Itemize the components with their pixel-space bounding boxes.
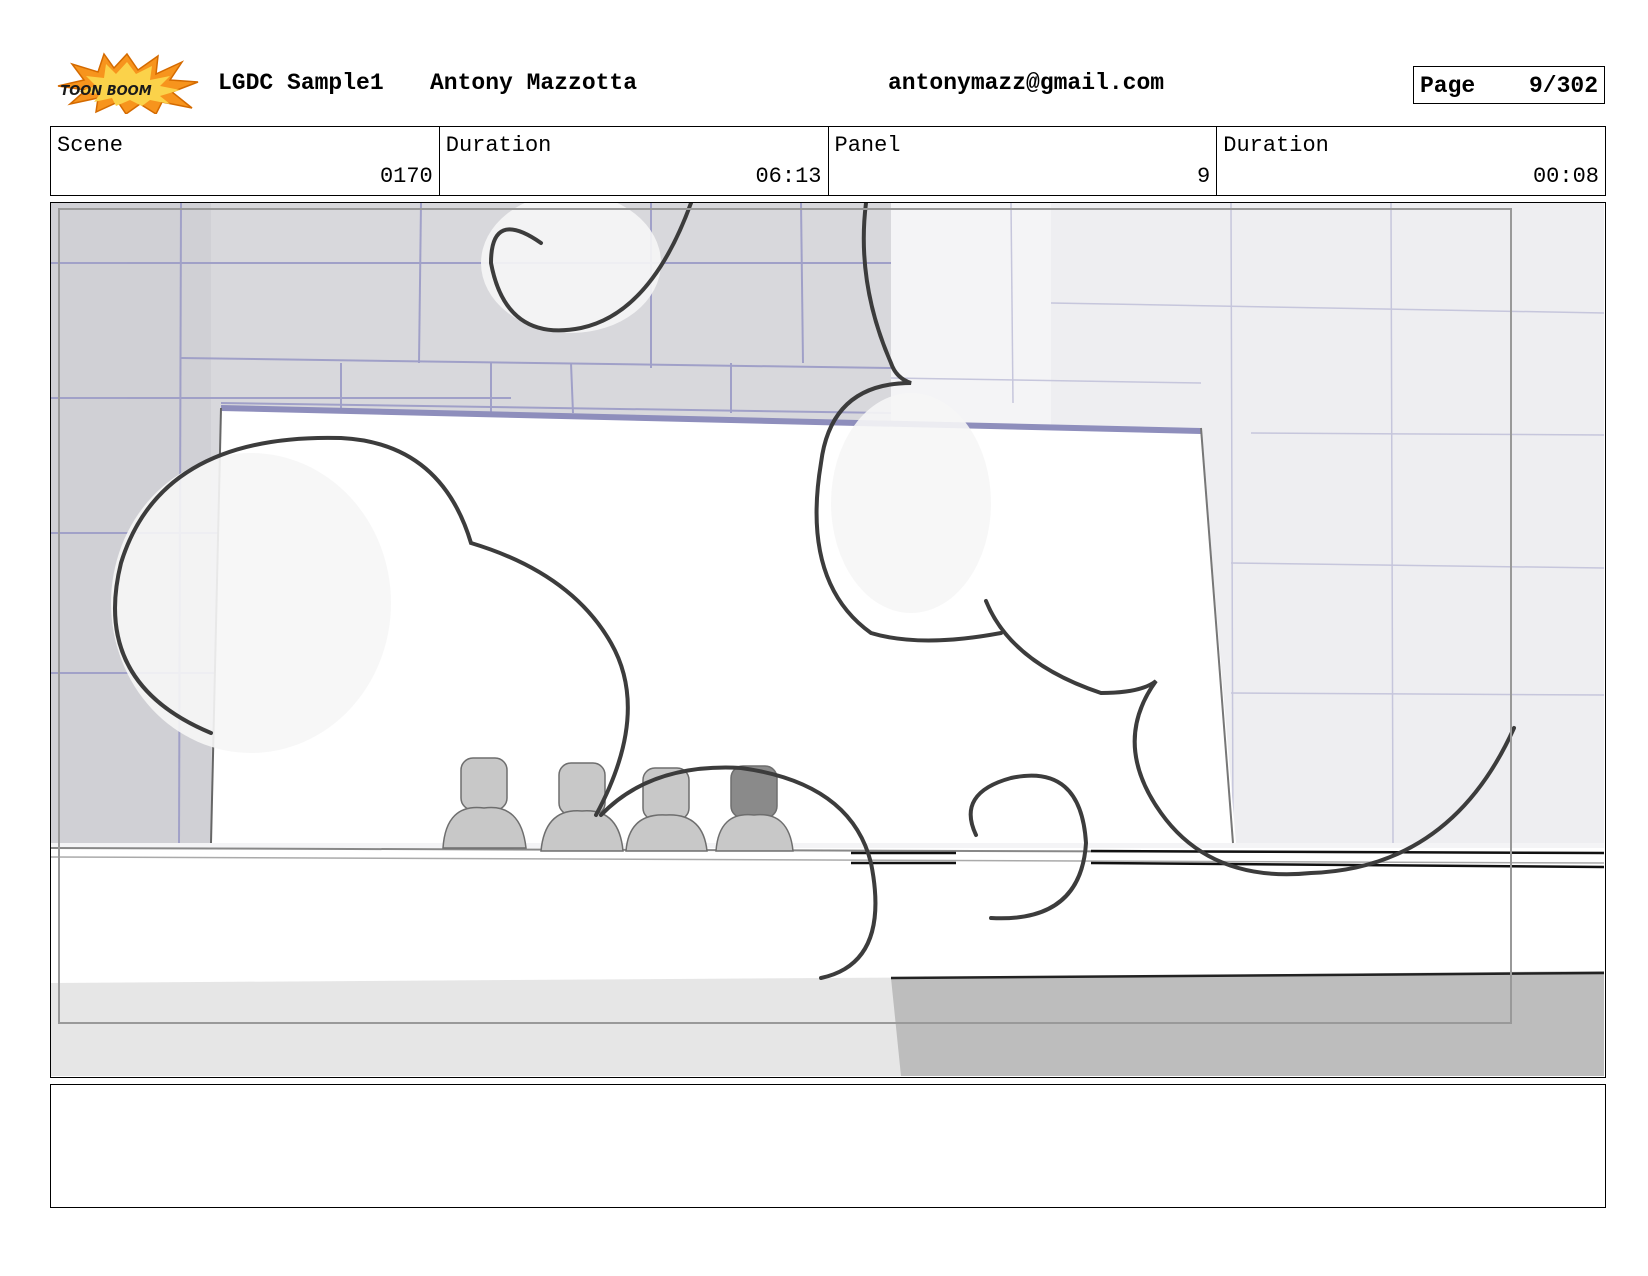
scene-label: Scene: [57, 133, 124, 158]
panel-cell: Panel 9: [829, 127, 1218, 195]
author-name: Antony Mazzotta: [430, 70, 638, 96]
scene-duration-value: 06:13: [755, 164, 822, 189]
page-number: 9/302: [1528, 73, 1598, 99]
panel-sketch: [51, 203, 1604, 1076]
author-email: antonymazz@gmail.com: [888, 70, 1165, 96]
storyboard-panel: [50, 202, 1606, 1078]
scene-duration-label: Duration: [445, 133, 552, 158]
panel-duration-value: 00:08: [1532, 164, 1599, 189]
panel-value: 9: [1197, 164, 1211, 189]
panel-notes-box: [50, 1084, 1606, 1208]
page-label: Page: [1420, 73, 1476, 99]
panel-duration-label: Duration: [1223, 133, 1329, 158]
project-title: LGDC Sample1: [218, 70, 384, 96]
panel-duration-cell: Duration 00:08: [1217, 127, 1605, 195]
scene-cell: Scene 0170: [51, 127, 440, 195]
panel-label: Panel: [834, 133, 901, 158]
logo-text: TOON BOOM: [60, 84, 151, 99]
scene-duration-cell: Duration 06:13: [440, 127, 829, 195]
scene-value: 0170: [379, 164, 433, 189]
toon-boom-logo: TOON BOOM: [52, 52, 202, 116]
scene-info-row: Scene 0170 Duration 06:13 Panel 9 Durati…: [50, 126, 1606, 196]
page-indicator: Page 9/302: [1413, 66, 1605, 104]
